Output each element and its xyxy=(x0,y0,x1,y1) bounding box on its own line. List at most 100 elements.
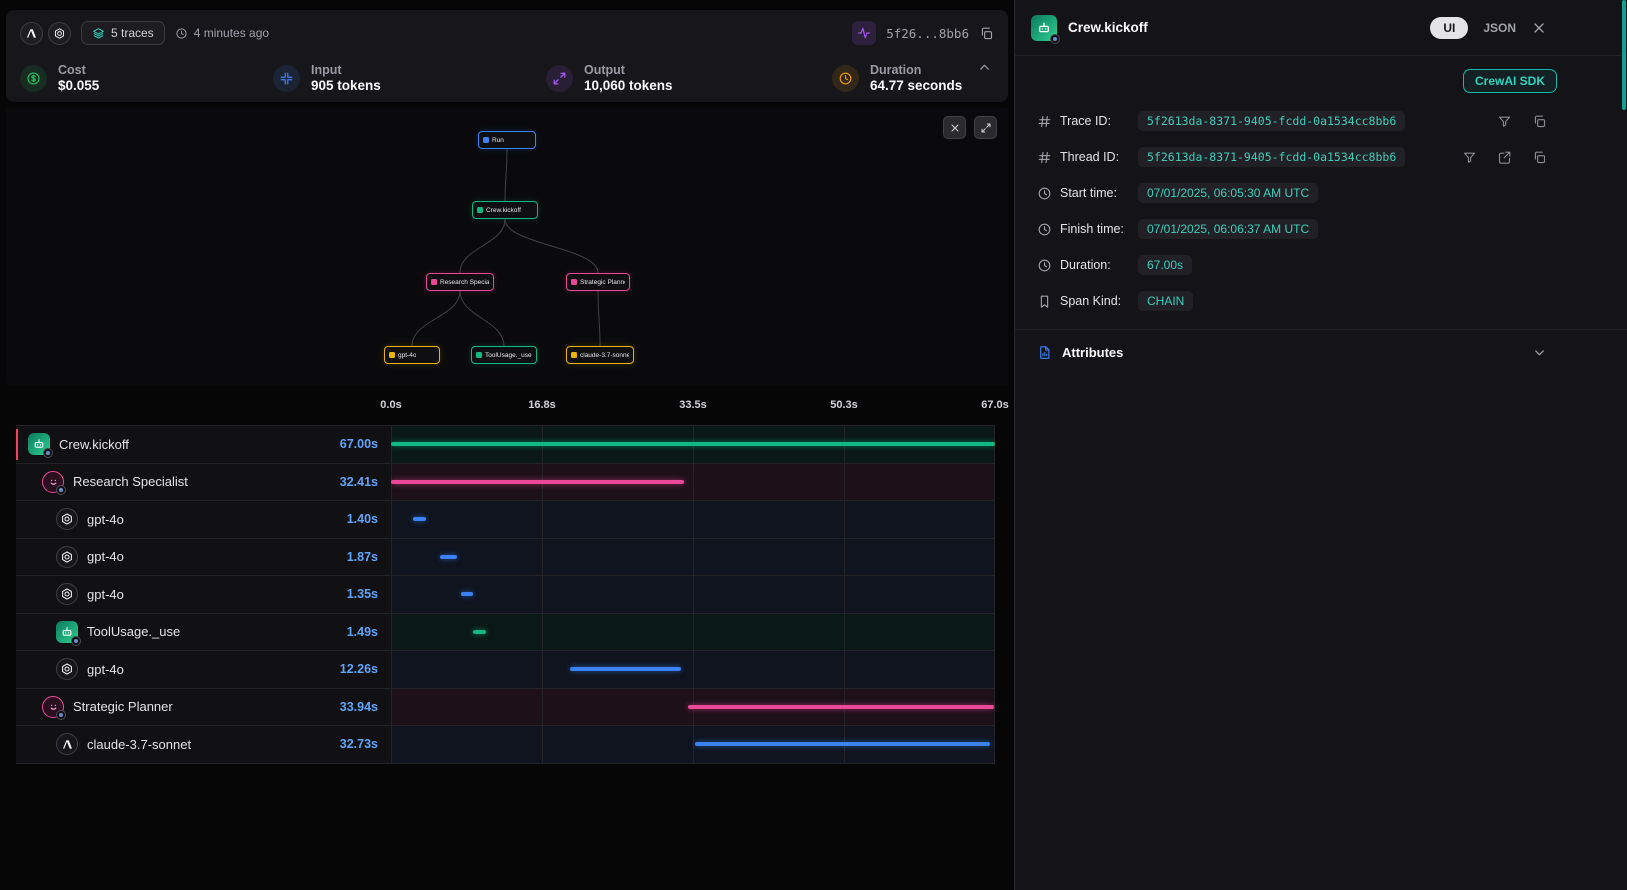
attributes-file-icon xyxy=(1037,345,1052,360)
hash-icon xyxy=(1037,150,1052,165)
timeline-row-toolusage-use[interactable]: ToolUsage._use 1.49s xyxy=(16,614,995,652)
collapse-metrics-button[interactable] xyxy=(977,60,992,75)
metric-value: 64.77 seconds xyxy=(870,78,962,93)
grid-line xyxy=(844,576,845,613)
timeline-row-crew-kickoff[interactable]: Crew.kickoff 67.00s xyxy=(16,426,995,464)
metric-cost: Cost $0.055 xyxy=(20,63,273,93)
crew-icon xyxy=(1031,15,1057,41)
timeline-track xyxy=(391,651,995,688)
duration-bar[interactable] xyxy=(413,517,426,521)
activity-button[interactable] xyxy=(852,21,876,45)
grid-line xyxy=(391,614,392,651)
tab-json[interactable]: JSON xyxy=(1483,21,1516,35)
attributes-label: Attributes xyxy=(1062,345,1123,360)
duration-bar[interactable] xyxy=(391,442,995,446)
span-label-cell[interactable]: Strategic Planner 33.94s xyxy=(16,689,391,726)
copy-icon[interactable] xyxy=(1532,114,1547,129)
duration-bar[interactable] xyxy=(570,667,681,671)
layers-icon xyxy=(92,27,105,40)
field-value[interactable]: 5f2613da-8371-9405-fcdd-0a1534cc8bb6 xyxy=(1138,111,1405,131)
span-label-cell[interactable]: gpt-4o 12.26s xyxy=(16,651,391,688)
span-label-cell[interactable]: gpt-4o 1.40s xyxy=(16,501,391,538)
field-value[interactable]: 67.00s xyxy=(1138,255,1192,275)
graph-edges xyxy=(6,108,1008,385)
grid-line xyxy=(994,726,995,763)
updated-ago-label: 4 minutes ago xyxy=(194,26,269,40)
timeline-row-gpt-4o[interactable]: gpt-4o 1.87s xyxy=(16,539,995,577)
timeline-row-research-specialist[interactable]: Research Specialist 32.41s xyxy=(16,464,995,502)
span-count-badge xyxy=(43,448,53,458)
duration-bar[interactable] xyxy=(695,742,990,746)
clock-icon xyxy=(1037,222,1052,237)
span-label-cell[interactable]: ToolUsage._use 1.49s xyxy=(16,614,391,651)
timeline-track xyxy=(391,539,995,576)
node-type-icon xyxy=(571,352,577,358)
close-panel-button[interactable] xyxy=(1531,20,1547,36)
grid-line xyxy=(542,539,543,576)
expand-icon xyxy=(980,122,992,134)
timeline-row-claude-3-7-sonnet[interactable]: claude-3.7-sonnet 32.73s xyxy=(16,726,995,764)
grid-line xyxy=(844,464,845,501)
close-graph-button[interactable] xyxy=(943,116,966,139)
timeline-track xyxy=(391,614,995,651)
duration-bar[interactable] xyxy=(688,705,994,709)
duration-bar[interactable] xyxy=(473,630,486,634)
timeline-row-strategic-planner[interactable]: Strategic Planner 33.94s xyxy=(16,689,995,727)
span-label-cell[interactable]: gpt-4o 1.87s xyxy=(16,539,391,576)
filter-icon[interactable] xyxy=(1462,150,1477,165)
grid-line xyxy=(542,689,543,726)
field-value[interactable]: 5f2613da-8371-9405-fcdd-0a1534cc8bb6 xyxy=(1138,147,1405,167)
traces-count-badge[interactable]: 5 traces xyxy=(81,21,165,45)
sdk-badge[interactable]: CrewAI SDK xyxy=(1463,69,1557,93)
span-duration: 1.49s xyxy=(347,625,391,639)
span-label-cell[interactable]: Research Specialist 32.41s xyxy=(16,464,391,501)
close-icon xyxy=(1531,20,1547,36)
span-label-cell[interactable]: gpt-4o 1.35s xyxy=(16,576,391,613)
node-type-icon xyxy=(476,352,482,358)
attributes-section[interactable]: Attributes xyxy=(1015,329,1627,375)
span-name: Crew.kickoff xyxy=(59,437,129,452)
clock-icon xyxy=(1037,258,1052,273)
filter-icon[interactable] xyxy=(1497,114,1512,129)
span-name: claude-3.7-sonnet xyxy=(87,737,191,752)
metric-label: Duration xyxy=(870,63,962,77)
external-link-icon[interactable] xyxy=(1497,150,1512,165)
crew-icon xyxy=(28,433,50,455)
timeline-track xyxy=(391,464,995,501)
timeline-row-gpt-4o[interactable]: gpt-4o 1.40s xyxy=(16,501,995,539)
field-value[interactable]: CHAIN xyxy=(1138,291,1193,311)
field-value[interactable]: 07/01/2025, 06:05:30 AM UTC xyxy=(1138,183,1318,203)
grid-line xyxy=(844,501,845,538)
graph-node-claude-3-7-sonnet[interactable]: claude-3.7-sonnet xyxy=(566,346,634,364)
grid-line xyxy=(542,651,543,688)
openai-logo-icon xyxy=(48,22,71,45)
expand-graph-button[interactable] xyxy=(974,116,997,139)
timeline-row-gpt-4o[interactable]: gpt-4o 12.26s xyxy=(16,651,995,689)
graph-node-crew-kickoff[interactable]: Crew.kickoff xyxy=(472,201,538,219)
span-label-cell[interactable]: claude-3.7-sonnet 32.73s xyxy=(16,726,391,763)
graph-node-strategic-planner[interactable]: Strategic Planner xyxy=(566,273,630,291)
span-label-cell[interactable]: Crew.kickoff 67.00s xyxy=(16,426,391,463)
arrows-out-icon xyxy=(546,65,573,92)
timeline-row-gpt-4o[interactable]: gpt-4o 1.35s xyxy=(16,576,995,614)
grid-line xyxy=(542,614,543,651)
graph-node-gpt-4o[interactable]: gpt-4o xyxy=(384,346,440,364)
metric-input: Input 905 tokens xyxy=(273,63,546,93)
graph-node-run[interactable]: Run xyxy=(478,131,536,149)
app: 5 traces 4 minutes ago 5f26...8bb6 Cost … xyxy=(0,0,1627,890)
duration-bar[interactable] xyxy=(440,555,457,559)
tab-ui[interactable]: UI xyxy=(1430,17,1468,39)
graph-node-toolusage-use[interactable]: ToolUsage._use xyxy=(471,346,537,364)
duration-bar[interactable] xyxy=(391,480,683,484)
copy-icon[interactable] xyxy=(1532,150,1547,165)
field-list: Trace ID: 5f2613da-8371-9405-fcdd-0a1534… xyxy=(1015,95,1627,319)
scrollbar-thumb[interactable] xyxy=(1622,0,1626,110)
chevron-down-icon[interactable] xyxy=(1532,345,1547,360)
metric-output: Output 10,060 tokens xyxy=(546,63,832,93)
duration-bar[interactable] xyxy=(461,592,473,596)
span-name: gpt-4o xyxy=(87,549,124,564)
axis-tick-label: 33.5s xyxy=(679,399,707,411)
copy-trace-id-button[interactable] xyxy=(979,26,994,41)
graph-node-research-specialist[interactable]: Research Specialist xyxy=(426,273,494,291)
field-value[interactable]: 07/01/2025, 06:06:37 AM UTC xyxy=(1138,219,1318,239)
